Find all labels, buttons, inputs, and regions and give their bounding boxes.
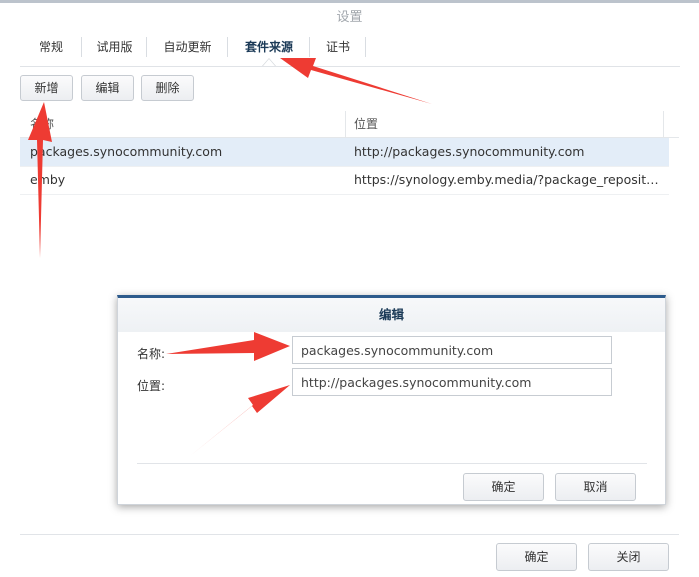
dialog-title: 编辑 (118, 298, 665, 332)
tab-auto-update[interactable]: 自动更新 (147, 34, 228, 60)
dialog-ok-button[interactable]: 确定 (463, 473, 544, 501)
tab-certificate[interactable]: 证书 (310, 34, 366, 60)
delete-button[interactable]: 删除 (141, 75, 194, 101)
close-button[interactable]: 关闭 (588, 543, 669, 571)
dialog-cancel-button[interactable]: 取消 (555, 473, 636, 501)
location-label: 位置: (137, 379, 166, 393)
edit-dialog: 编辑 名称: 位置: 确定 取消 (117, 295, 666, 505)
add-button[interactable]: 新增 (20, 75, 73, 101)
tab-package-sources[interactable]: 套件来源 (228, 34, 310, 60)
window-title: 设置 (336, 10, 363, 25)
table-header: 名称 位置 (20, 111, 679, 138)
row-location-cell: https://synology.emby.media/?package_rep… (354, 172, 666, 187)
location-input[interactable] (292, 368, 612, 396)
table-row[interactable]: emby https://synology.emby.media/?packag… (20, 166, 669, 195)
dialog-divider (137, 463, 647, 464)
name-input[interactable] (292, 336, 612, 364)
footer-divider (20, 534, 679, 535)
tab-trial[interactable]: 试用版 (82, 34, 147, 60)
row-name-cell: packages.synocommunity.com (30, 144, 223, 159)
tab-general[interactable]: 常规 (20, 34, 82, 60)
active-tab-indicator (262, 58, 276, 66)
column-divider[interactable] (663, 111, 664, 137)
column-header-location[interactable]: 位置 (354, 111, 378, 137)
column-header-name[interactable]: 名称 (30, 111, 54, 137)
column-divider[interactable] (345, 111, 346, 137)
tab-bar: 常规 试用版 自动更新 套件来源 证书 (20, 34, 680, 67)
row-location-cell: http://packages.synocommunity.com (354, 144, 585, 159)
row-name-cell: emby (30, 172, 66, 187)
table-row[interactable]: packages.synocommunity.com http://packag… (20, 138, 669, 167)
ok-button[interactable]: 确定 (496, 543, 577, 571)
name-label: 名称: (137, 347, 166, 361)
edit-button[interactable]: 编辑 (81, 75, 134, 101)
